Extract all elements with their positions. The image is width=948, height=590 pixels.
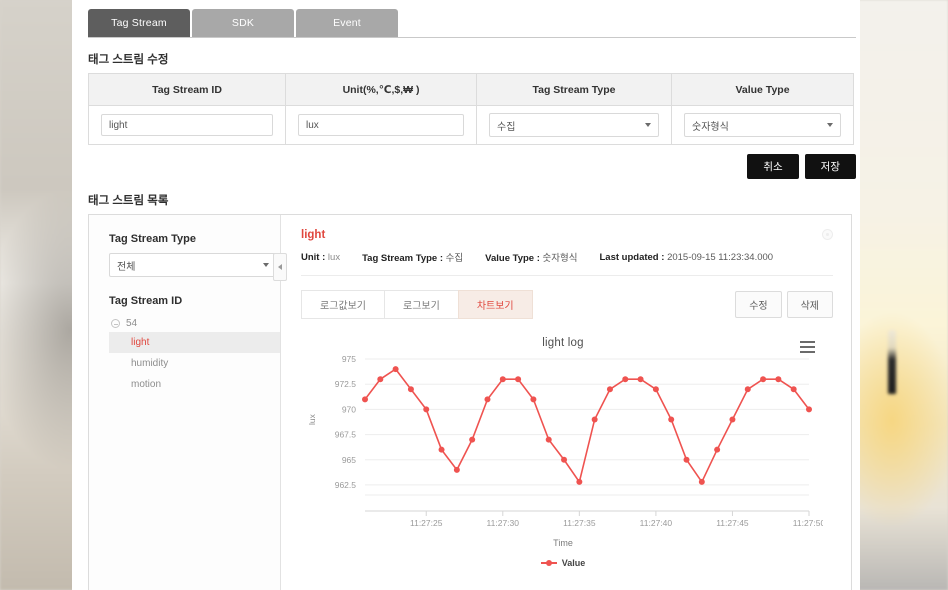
svg-text:11:27:45: 11:27:45: [716, 518, 749, 528]
refresh-icon[interactable]: [822, 229, 833, 240]
svg-text:962.5: 962.5: [335, 480, 357, 490]
sidebar-type-value: 전체: [117, 261, 136, 273]
header-tag-stream-type: Tag Stream Type: [476, 73, 672, 106]
tab-sdk[interactable]: SDK: [192, 9, 294, 37]
header-tag-stream-id: Tag Stream ID: [88, 73, 286, 106]
svg-text:970: 970: [342, 404, 356, 414]
sidebar-type-select[interactable]: 전체: [109, 253, 277, 277]
meta-unit-label: Unit :: [301, 251, 326, 263]
chart-title: light log: [542, 337, 584, 349]
view-tab-log-values[interactable]: 로그값보기: [301, 290, 385, 319]
tree-root-node[interactable]: 54: [109, 315, 266, 332]
detail-meta-row: Unit : lux Tag Stream Type : 수집 Value Ty…: [301, 250, 833, 276]
detail-title: light: [301, 229, 326, 241]
edit-button[interactable]: 수정: [735, 291, 782, 318]
cell-unit: [285, 105, 477, 145]
meta-updated-value: 2015-09-15 11:23:34.000: [667, 251, 774, 263]
view-tab-logs[interactable]: 로그보기: [384, 290, 459, 319]
tab-event[interactable]: Event: [296, 9, 398, 37]
value-type-select[interactable]: 숫자형식: [684, 113, 841, 137]
view-tab-chart[interactable]: 차트보기: [457, 290, 533, 319]
panel-collapse-handle[interactable]: [273, 253, 287, 281]
header-value-type: Value Type: [671, 73, 854, 106]
list-section-title: 태그 스트림 목록: [88, 195, 169, 207]
sidebar-id-label: Tag Stream ID: [109, 295, 183, 307]
chevron-down-icon: [827, 123, 833, 127]
tag-stream-type-value: 수집: [497, 121, 516, 133]
table-header-row: Tag Stream ID Unit(%,℃,$,₩ ) Tag Stream …: [88, 73, 854, 106]
value-type-value: 숫자형식: [692, 121, 729, 133]
legend-marker-icon: [540, 560, 557, 566]
meta-unit: Unit : lux: [301, 252, 340, 263]
svg-text:11:27:40: 11:27:40: [640, 518, 673, 528]
meta-type-value: 수집: [445, 253, 464, 264]
tree-root-label: 54: [126, 318, 138, 329]
tab-event-label: Event: [333, 17, 361, 29]
delete-button[interactable]: 삭제: [786, 291, 833, 318]
tag-stream-type-select[interactable]: 수집: [489, 113, 659, 137]
content-area: Tag Stream SDK Event 태그 스트림 수정 Tag Strea…: [88, 0, 856, 590]
tag-stream-edit-table: Tag Stream ID Unit(%,℃,$,₩ ) Tag Stream …: [88, 73, 854, 145]
view-tab-bar: 로그값보기 로그보기 차트보기 수정 삭제: [301, 290, 833, 319]
edit-actions: 취소 저장: [88, 154, 856, 179]
detail-panel: light Unit : lux Tag Stream Type : 수집 Va…: [281, 215, 851, 590]
cell-value-type: 숫자형식: [671, 105, 854, 145]
svg-text:972.5: 972.5: [335, 379, 357, 389]
legend-label-value: Value: [561, 558, 586, 568]
page-container: Tag Stream SDK Event 태그 스트림 수정 Tag Strea…: [72, 0, 860, 590]
background-object: [888, 330, 896, 394]
meta-unit-value: lux: [327, 251, 341, 263]
svg-text:11:27:50: 11:27:50: [793, 518, 823, 528]
svg-text:11:27:35: 11:27:35: [563, 518, 596, 528]
tab-tag-stream[interactable]: Tag Stream: [88, 9, 190, 37]
svg-text:967.5: 967.5: [335, 430, 357, 440]
chart-legend: Value: [303, 558, 823, 568]
edit-section-title: 태그 스트림 수정: [88, 54, 169, 66]
meta-updated-label: Last updated :: [599, 251, 665, 263]
background-right: [852, 0, 948, 590]
meta-value-type-value: 숫자형식: [542, 253, 578, 264]
svg-text:11:27:30: 11:27:30: [487, 518, 520, 528]
sidebar: Tag Stream Type 전체 Tag Stream ID 54 ligh…: [89, 215, 287, 590]
chevron-down-icon: [645, 123, 651, 127]
meta-type-label: Tag Stream Type :: [362, 253, 444, 264]
chevron-down-icon: [263, 263, 269, 267]
chart-menu-icon[interactable]: [800, 341, 815, 356]
tab-tag-stream-label: Tag Stream: [111, 17, 167, 29]
header-unit: Unit(%,℃,$,₩ ): [285, 73, 477, 106]
unit-input[interactable]: [298, 114, 464, 136]
tab-sdk-label: SDK: [231, 17, 255, 29]
tag-stream-id-input[interactable]: [101, 114, 273, 136]
chevron-left-icon: [278, 264, 282, 270]
cancel-button[interactable]: 취소: [747, 154, 799, 179]
tree-item-light[interactable]: light: [109, 332, 280, 353]
sidebar-type-label: Tag Stream Type: [109, 233, 197, 245]
meta-last-updated: Last updated : 2015-09-15 11:23:34.000: [600, 252, 774, 263]
svg-text:11:27:25: 11:27:25: [410, 518, 443, 528]
cell-tag-stream-id: [88, 105, 286, 145]
chart-y-axis-label: lux: [307, 414, 317, 425]
chart-x-axis-label: Time: [553, 538, 573, 548]
meta-type: Tag Stream Type : 수집: [362, 250, 463, 264]
top-tab-bar: Tag Stream SDK Event: [88, 0, 856, 38]
meta-value-type: Value Type : 숫자형식: [485, 250, 577, 264]
save-button[interactable]: 저장: [804, 154, 856, 179]
tag-stream-list-panel: Tag Stream Type 전체 Tag Stream ID 54 ligh…: [88, 214, 852, 590]
chart-container: light log lux 975 972.5 970 967.5 965 962.5 11…: [303, 333, 823, 573]
svg-text:965: 965: [342, 455, 356, 465]
tag-stream-tree: 54 light humidity motion: [109, 315, 280, 395]
tree-item-humidity[interactable]: humidity: [109, 353, 280, 374]
cell-tag-stream-type: 수집: [476, 105, 672, 145]
svg-text:975: 975: [342, 354, 356, 364]
chart-plot: 975 972.5 970 967.5 965 962.5 11:27:25 11:27:30…: [335, 354, 823, 528]
collapse-toggle-icon[interactable]: [111, 319, 120, 328]
tree-item-motion[interactable]: motion: [109, 374, 280, 395]
detail-actions: 수정 삭제: [730, 291, 833, 318]
meta-value-type-label: Value Type :: [485, 253, 540, 264]
table-input-row: 수집 숫자형식: [88, 105, 854, 145]
